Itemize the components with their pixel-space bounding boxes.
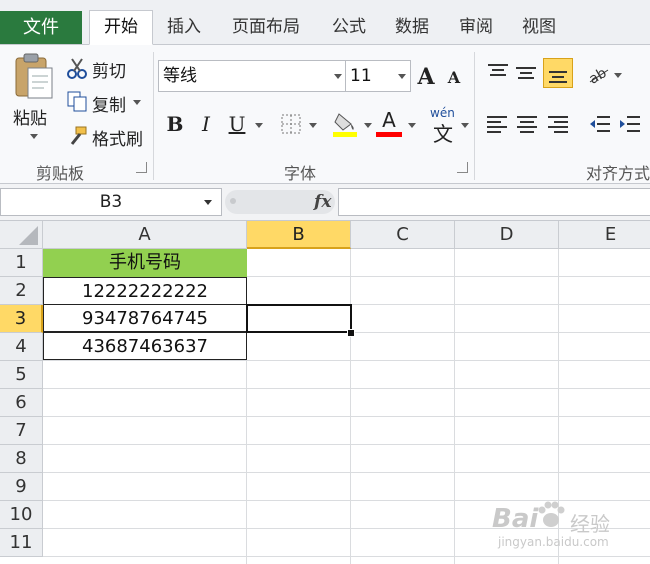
gridline (43, 416, 650, 417)
font-size-value: 11 (350, 66, 372, 86)
tab-data[interactable]: 数据 (388, 11, 436, 44)
bold-button[interactable]: B (163, 112, 187, 136)
fill-handle[interactable] (347, 329, 355, 337)
align-left-icon[interactable] (486, 114, 508, 134)
increase-indent-icon[interactable] (619, 114, 641, 134)
orientation-dropdown-icon[interactable] (614, 73, 622, 78)
orientation-icon[interactable]: ab (586, 62, 612, 88)
cell-a3[interactable]: 93478764745 (43, 304, 247, 332)
font-group-label: 字体 (284, 164, 317, 183)
cut-button[interactable]: 剪切 (92, 57, 126, 82)
alignment-group-label: 对齐方式 (586, 164, 650, 183)
italic-button[interactable]: I (194, 112, 218, 136)
insert-function-icon[interactable]: fx (314, 192, 331, 212)
splitter-handle-icon (230, 198, 236, 204)
copy-dropdown-icon[interactable] (133, 100, 141, 105)
name-box[interactable]: B3 (0, 188, 222, 216)
font-name-value: 等线 (163, 66, 197, 86)
active-cell-b3[interactable] (246, 304, 352, 333)
tab-home[interactable]: 开始 (89, 10, 153, 45)
font-launcher-icon[interactable] (457, 162, 468, 173)
copy-button[interactable]: 复制 (92, 91, 126, 116)
shrink-font-button[interactable]: A (442, 68, 466, 87)
phonetic-guide-icon[interactable]: 文 (433, 118, 453, 147)
row-header-1[interactable]: 1 (0, 249, 43, 277)
watermark-brand-suffix: 经验 (570, 512, 610, 536)
clipboard-launcher-icon[interactable] (136, 162, 147, 173)
cell-a2[interactable]: 12222222222 (43, 277, 247, 305)
tab-view[interactable]: 视图 (515, 11, 563, 44)
column-header-c[interactable]: C (351, 221, 455, 249)
tab-page-layout[interactable]: 页面布局 (224, 11, 308, 44)
select-all-button[interactable] (0, 221, 43, 249)
borders-dropdown-icon[interactable] (309, 123, 317, 128)
underline-button[interactable]: U (225, 112, 249, 136)
row-header-2[interactable]: 2 (0, 277, 43, 305)
row-header-10[interactable]: 10 (0, 501, 43, 529)
select-all-icon (19, 226, 38, 245)
decrease-indent-icon[interactable] (589, 114, 611, 134)
font-color-dropdown-icon[interactable] (408, 123, 416, 128)
watermark-brand: Bai (492, 504, 539, 534)
column-header-a[interactable]: A (43, 221, 247, 249)
borders-icon[interactable] (280, 113, 304, 135)
tab-file[interactable]: 文件 (0, 11, 82, 44)
row-header-5[interactable]: 5 (0, 361, 43, 389)
fill-color-icon[interactable] (333, 110, 359, 138)
grow-font-button[interactable]: A (414, 64, 438, 90)
paste-icon (15, 53, 53, 99)
gridline (350, 249, 351, 564)
group-divider (153, 52, 154, 180)
font-color-button[interactable]: A (377, 108, 401, 132)
row-header-3[interactable]: 3 (0, 305, 43, 333)
formula-input[interactable] (338, 188, 650, 216)
svg-text:ab: ab (586, 65, 609, 84)
name-box-value: B3 (99, 192, 123, 212)
align-right-icon[interactable] (547, 114, 569, 134)
gridline (43, 388, 650, 389)
middle-align-icon[interactable] (514, 62, 538, 82)
row-header-11[interactable]: 11 (0, 529, 43, 557)
row-header-7[interactable]: 7 (0, 417, 43, 445)
watermark-url: jingyan.baidu.com (498, 535, 609, 549)
column-header-b[interactable]: B (247, 221, 351, 249)
gridline (43, 556, 650, 557)
underline-dropdown-icon[interactable] (255, 123, 263, 128)
column-header-d[interactable]: D (455, 221, 559, 249)
tab-review[interactable]: 审阅 (452, 11, 500, 44)
gridline (43, 444, 650, 445)
paste-label[interactable]: 粘贴 (13, 104, 47, 129)
clipboard-group-label: 剪贴板 (36, 164, 85, 183)
name-box-dropdown-icon[interactable] (204, 200, 212, 205)
tab-formulas[interactable]: 公式 (325, 11, 373, 44)
group-divider (474, 52, 475, 180)
font-size-dropdown-icon[interactable] (398, 74, 406, 79)
font-name-dropdown-icon[interactable] (334, 74, 342, 79)
copy-icon[interactable] (66, 90, 88, 112)
gridline (454, 249, 455, 564)
cut-icon[interactable] (66, 57, 88, 79)
column-header-e[interactable]: E (559, 221, 650, 249)
top-align-icon[interactable] (486, 62, 510, 82)
row-header-9[interactable]: 9 (0, 473, 43, 501)
paste-dropdown-icon[interactable] (30, 134, 38, 139)
cell-a4[interactable]: 43687463637 (43, 332, 247, 360)
tab-insert[interactable]: 插入 (160, 11, 208, 44)
cell-a1[interactable]: 手机号码 (43, 249, 247, 277)
phonetic-dropdown-icon[interactable] (461, 123, 469, 128)
format-painter-button[interactable]: 格式刷 (92, 125, 143, 150)
gridline (43, 472, 650, 473)
format-painter-icon[interactable] (66, 125, 88, 147)
row-header-4[interactable]: 4 (0, 333, 43, 361)
font-color-swatch (376, 132, 402, 137)
row-header-8[interactable]: 8 (0, 445, 43, 473)
align-center-icon[interactable] (516, 114, 538, 134)
bottom-align-icon (549, 71, 567, 83)
paw-logo-icon (536, 500, 566, 530)
fill-color-dropdown-icon[interactable] (364, 123, 372, 128)
font-name-box[interactable]: 等线 (158, 60, 346, 92)
bottom-align-button[interactable] (543, 58, 573, 88)
row-header-6[interactable]: 6 (0, 389, 43, 417)
paste-button[interactable] (12, 52, 56, 100)
